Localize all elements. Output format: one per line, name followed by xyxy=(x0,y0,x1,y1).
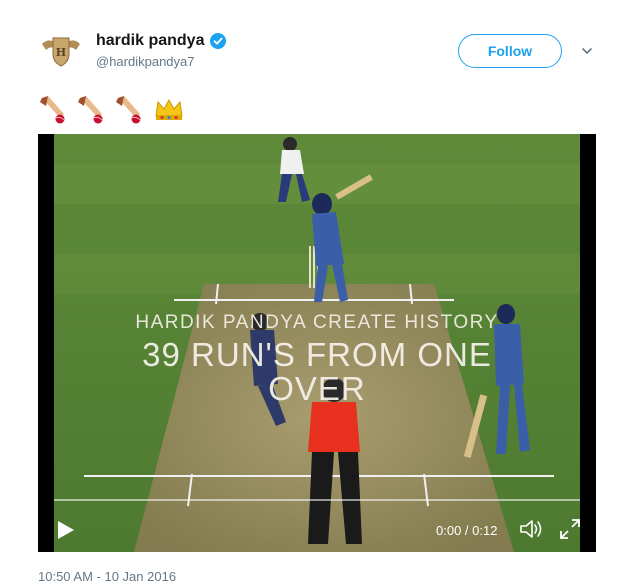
tweet-timestamp[interactable]: 10:50 AM - 10 Jan 2016 xyxy=(38,569,176,584)
display-name-text: hardik pandya xyxy=(96,32,205,49)
cricket-bat-ball-emoji-icon xyxy=(78,96,103,124)
svg-text:H: H xyxy=(56,46,66,59)
avatar[interactable]: H xyxy=(38,28,84,74)
crown-emoji-icon xyxy=(155,98,183,120)
verified-badge-icon xyxy=(210,33,227,49)
cricket-bat-ball-emoji-icon xyxy=(116,96,141,124)
tweet-text xyxy=(38,94,186,124)
chevron-down-icon[interactable] xyxy=(580,44,594,58)
video-player[interactable]: HARDIK PANDYA CREATE HISTORY 39 RUN'S FR… xyxy=(38,134,596,552)
play-icon[interactable] xyxy=(54,519,76,541)
video-caption-line-1: HARDIK PANDYA CREATE HISTORY xyxy=(135,312,499,333)
tweet-header: H hardik pandya @hardikpandya7 Follow xyxy=(38,28,598,78)
video-time: 0:00 / 0:12 xyxy=(436,523,498,538)
video-caption-line-2: 39 RUN'S FROM ONE xyxy=(142,336,492,373)
video-caption-line-3: OVER xyxy=(268,370,366,407)
cricket-bat-ball-emoji-icon xyxy=(40,96,65,124)
user-handle[interactable]: @hardikpandya7 xyxy=(96,54,226,69)
follow-button[interactable]: Follow xyxy=(458,34,562,68)
user-names: hardik pandya @hardikpandya7 xyxy=(96,32,227,69)
display-name[interactable]: hardik pandya xyxy=(96,32,227,50)
fullscreen-icon[interactable] xyxy=(558,517,582,541)
video-progress-bar[interactable] xyxy=(54,499,580,501)
volume-icon[interactable] xyxy=(518,517,544,541)
